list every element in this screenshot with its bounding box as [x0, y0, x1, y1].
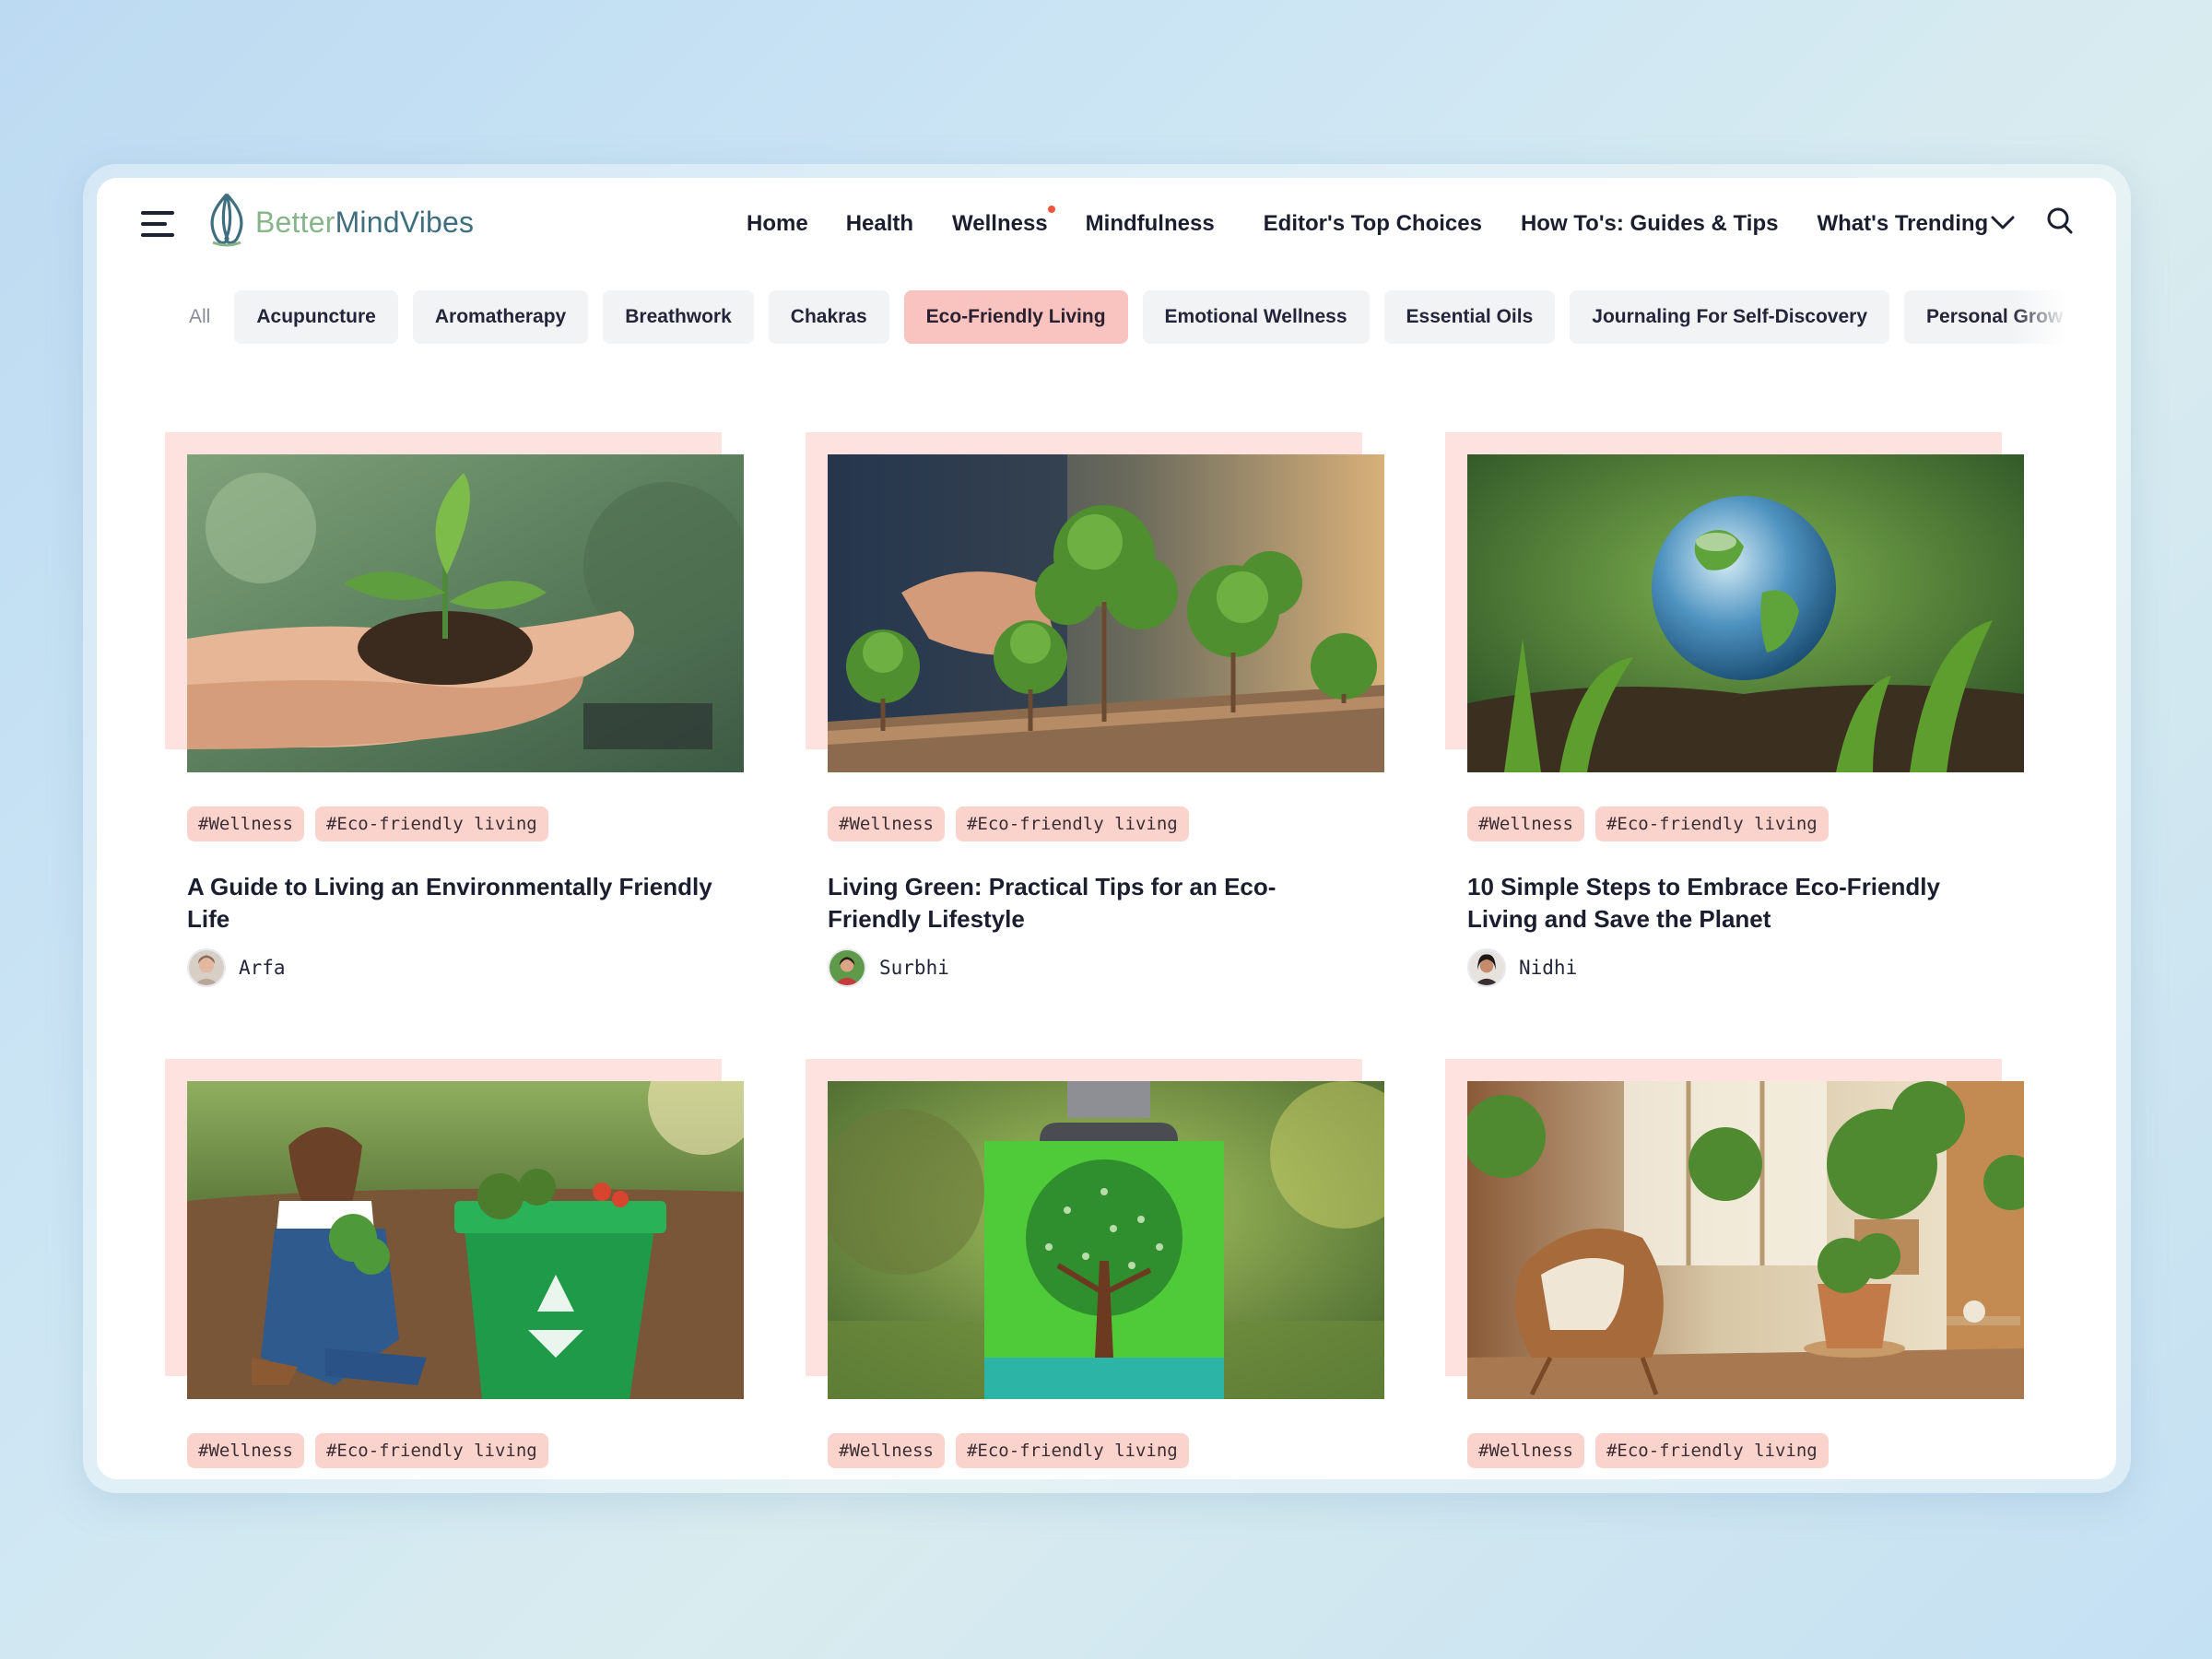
article-title[interactable]: 10 Simple Steps to Embrace Eco-Friendly … [1467, 871, 2002, 935]
article-image[interactable] [187, 1081, 744, 1399]
tag-wellness[interactable]: #Wellness [828, 806, 945, 841]
author-name: Surbhi [879, 957, 949, 979]
article-card[interactable]: #Wellness #Eco-friendly living 10 Simple… [1445, 432, 2024, 1022]
nav-whats-trending[interactable]: What's Trending [1817, 211, 1988, 237]
chip-breathwork[interactable]: Breathwork [603, 290, 754, 344]
lotus-logo-icon [210, 193, 243, 247]
chip-journaling[interactable]: Journaling For Self-Discovery [1570, 290, 1890, 344]
notification-dot [1047, 206, 1055, 213]
article-card[interactable]: #Wellness #Eco-friendly living [806, 1059, 1384, 1479]
nav-health[interactable]: Health [846, 211, 913, 237]
brand-logo[interactable]: BetterMindVibes [200, 191, 474, 248]
article-card[interactable]: #Wellness #Eco-friendly living A Guide t… [165, 432, 744, 1022]
article-title[interactable]: Living Green: Practical Tips for an Eco-… [828, 871, 1362, 935]
main-nav: Home Health Wellness Mindfulness Editor'… [747, 204, 1988, 244]
article-card[interactable]: #Wellness #Eco-friendly living [1445, 1059, 2024, 1479]
article-author[interactable]: Surbhi [828, 948, 949, 987]
tag-eco-friendly-living[interactable]: #Eco-friendly living [314, 806, 548, 841]
chip-all[interactable]: All [169, 290, 219, 344]
article-image[interactable] [828, 1081, 1384, 1399]
menu-icon[interactable] [141, 209, 178, 239]
tag-eco-friendly-living[interactable]: #Eco-friendly living [1594, 806, 1829, 841]
chip-emotional-wellness[interactable]: Emotional Wellness [1142, 290, 1370, 344]
tag-eco-friendly-living[interactable]: #Eco-friendly living [314, 1433, 548, 1468]
scroll-fade [2012, 290, 2067, 346]
chevron-down-icon[interactable] [1989, 211, 2017, 233]
nav-how-tos[interactable]: How To's: Guides & Tips [1521, 211, 1779, 237]
author-name: Arfa [239, 957, 286, 979]
tag-wellness[interactable]: #Wellness [828, 1433, 945, 1468]
article-title[interactable]: A Guide to Living an Environmentally Fri… [187, 871, 722, 935]
tag-wellness[interactable]: #Wellness [1467, 1433, 1584, 1468]
avatar [187, 948, 226, 987]
tag-eco-friendly-living[interactable]: #Eco-friendly living [1594, 1433, 1829, 1468]
chip-essential-oils[interactable]: Essential Oils [1383, 290, 1556, 344]
chip-eco-friendly-living[interactable]: Eco-Friendly Living [903, 290, 1128, 344]
chip-aromatherapy[interactable]: Aromatherapy [412, 290, 589, 344]
article-image[interactable] [828, 454, 1384, 772]
chip-acupuncture[interactable]: Acupuncture [234, 290, 398, 344]
brand-name: BetterMindVibes [255, 205, 475, 239]
search-icon[interactable] [2045, 206, 2075, 237]
category-filter-bar: All Acupuncture Aromatherapy Breathwork … [169, 290, 2067, 346]
article-author[interactable]: Arfa [187, 948, 286, 987]
tag-wellness[interactable]: #Wellness [187, 806, 304, 841]
chip-chakras[interactable]: Chakras [768, 290, 889, 344]
tag-wellness[interactable]: #Wellness [187, 1433, 304, 1468]
nav-wellness[interactable]: Wellness [952, 206, 1055, 237]
nav-editors-top-choices[interactable]: Editor's Top Choices [1264, 211, 1482, 237]
nav-mindfulness[interactable]: Mindfulness [1086, 211, 1215, 237]
tag-wellness[interactable]: #Wellness [1467, 806, 1584, 841]
avatar [828, 948, 866, 987]
nav-wellness-label: Wellness [952, 211, 1048, 236]
article-author[interactable]: Nidhi [1467, 948, 1577, 987]
avatar [1467, 948, 1506, 987]
article-image[interactable] [1467, 1081, 2024, 1399]
article-image[interactable] [187, 454, 744, 772]
tag-eco-friendly-living[interactable]: #Eco-friendly living [955, 806, 1189, 841]
browser-window: BetterMindVibes Home Health Wellness Min… [97, 178, 2116, 1479]
tag-eco-friendly-living[interactable]: #Eco-friendly living [955, 1433, 1189, 1468]
nav-home[interactable]: Home [747, 211, 808, 237]
article-card[interactable]: #Wellness #Eco-friendly living [165, 1059, 744, 1479]
author-name: Nidhi [1519, 957, 1578, 979]
article-card[interactable]: #Wellness #Eco-friendly living Living Gr… [806, 432, 1384, 1022]
article-image[interactable] [1467, 454, 2024, 772]
